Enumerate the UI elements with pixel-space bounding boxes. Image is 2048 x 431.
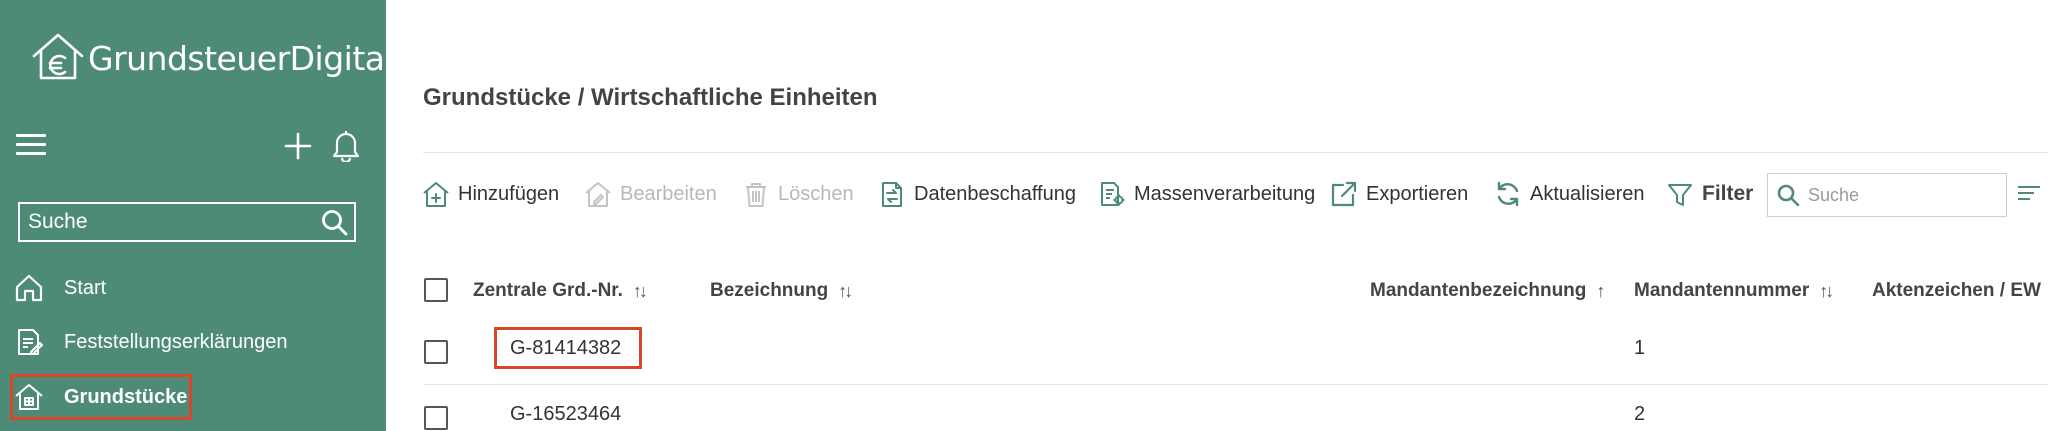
row-mandantennummer: 2 xyxy=(1634,403,1646,425)
house-add-icon xyxy=(423,182,449,207)
bulk-processing-label: Massenverarbeitung xyxy=(1134,182,1316,205)
menu-line xyxy=(2018,198,2030,200)
page-title: Grundstücke / Wirtschaftliche Einheiten xyxy=(423,84,878,111)
export-button-label: Exportieren xyxy=(1366,182,1469,205)
sidebar-item-label: Feststellungserklärungen xyxy=(64,330,288,353)
menu-line xyxy=(2018,186,2040,188)
row-divider xyxy=(423,384,2048,385)
document-gear-icon xyxy=(1101,182,1125,206)
highlight-box xyxy=(494,327,642,369)
data-procurement-label: Datenbeschaffung xyxy=(914,182,1076,205)
column-header-label: Mandantennummer xyxy=(1634,280,1810,301)
hamburger-line xyxy=(16,143,46,146)
column-header-mandantenbezeichnung[interactable]: Mandantenbezeichnung ↑ xyxy=(1370,278,1605,304)
sort-icon: ↑↓ xyxy=(1819,280,1834,301)
hamburger-line xyxy=(16,134,46,137)
row-mandantennummer: 1 xyxy=(1634,337,1646,359)
delete-button-label: Löschen xyxy=(778,182,854,205)
house-edit-icon xyxy=(585,182,611,207)
document-transfer-icon xyxy=(882,182,902,207)
bell-icon[interactable] xyxy=(330,128,362,162)
column-menu-icon[interactable] xyxy=(2018,186,2040,204)
column-header-label: Zentrale Grd.-Nr. xyxy=(473,280,623,301)
sidebar: GrundsteuerDigital Start Feststellungs xyxy=(0,0,394,431)
row-grd-nr-link[interactable]: G-16523464 xyxy=(510,403,621,426)
select-all-checkbox[interactable] xyxy=(424,278,448,302)
refresh-button[interactable]: Aktualisieren xyxy=(1494,172,1645,216)
column-header-label: Mandantenbezeichnung xyxy=(1370,280,1587,301)
document-edit-icon xyxy=(18,329,43,355)
bulk-processing-button[interactable]: Massenverarbeitung xyxy=(1098,172,1315,216)
app-logo[interactable]: GrundsteuerDigital xyxy=(30,28,394,88)
column-header-label: Aktenzeichen / EW xyxy=(1872,280,2041,301)
column-header-bezeichnung[interactable]: Bezeichnung ↑↓ xyxy=(710,278,853,304)
external-link-icon xyxy=(1331,181,1357,207)
logo-text: GrundsteuerDigital xyxy=(88,38,394,78)
sort-icon: ↑↓ xyxy=(838,280,853,301)
export-button[interactable]: Exportieren xyxy=(1330,172,1468,216)
home-icon xyxy=(15,274,43,302)
sidebar-item-label: Start xyxy=(64,276,107,299)
sort-ascending-icon: ↑ xyxy=(1596,280,1606,301)
menu-toggle-button[interactable] xyxy=(16,134,46,158)
menu-line xyxy=(2018,192,2034,194)
column-header-grd-nr[interactable]: Zentrale Grd.-Nr. ↑↓ xyxy=(473,278,648,304)
sidebar-item-start[interactable]: Start xyxy=(14,268,106,308)
house-euro-logo-icon xyxy=(32,33,84,80)
filter-button-label: Filter xyxy=(1702,182,1754,205)
refresh-button-label: Aktualisieren xyxy=(1530,182,1645,205)
edit-button[interactable]: Bearbeiten xyxy=(584,172,717,216)
filter-icon xyxy=(1668,184,1692,206)
search-icon xyxy=(1777,184,1800,207)
row-checkbox[interactable] xyxy=(424,340,448,364)
row-checkbox[interactable] xyxy=(424,406,448,430)
data-procurement-button[interactable]: Datenbeschaffung xyxy=(878,172,1076,216)
add-button[interactable]: Hinzufügen xyxy=(422,172,559,216)
highlight-box xyxy=(10,374,192,420)
sort-icon: ↑↓ xyxy=(632,280,648,301)
add-button-label: Hinzufügen xyxy=(458,182,560,205)
sidebar-item-feststellungserklaerungen[interactable]: Feststellungserklärungen xyxy=(14,322,287,362)
refresh-icon xyxy=(1497,181,1519,207)
table-search xyxy=(1767,173,2007,217)
add-icon[interactable] xyxy=(284,132,312,160)
column-header-aktenzeichen[interactable]: Aktenzeichen / EW xyxy=(1872,278,2041,304)
filter-button[interactable]: Filter xyxy=(1666,172,1753,216)
sidebar-search xyxy=(18,202,356,242)
hamburger-line xyxy=(16,152,46,155)
delete-button[interactable]: Löschen xyxy=(742,172,854,216)
sidebar-search-input[interactable] xyxy=(20,209,320,235)
column-header-label: Bezeichnung xyxy=(710,280,829,301)
trash-icon xyxy=(746,183,766,207)
search-icon[interactable] xyxy=(320,208,348,236)
edit-button-label: Bearbeiten xyxy=(620,182,717,205)
table-search-input[interactable] xyxy=(1806,183,2000,207)
divider xyxy=(423,152,2048,153)
column-header-mandantennummer[interactable]: Mandantennummer ↑↓ xyxy=(1634,278,1834,304)
